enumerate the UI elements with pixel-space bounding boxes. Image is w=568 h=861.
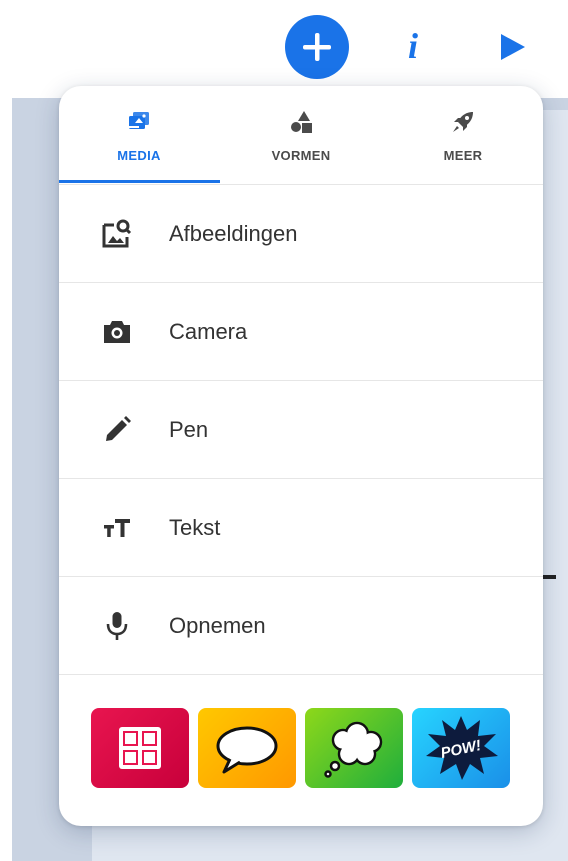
play-icon[interactable] bbox=[498, 32, 528, 62]
rocket-icon bbox=[453, 112, 473, 132]
sticker-row: POW! bbox=[91, 708, 510, 788]
speech-bubble-sticker[interactable] bbox=[198, 708, 296, 788]
add-button[interactable] bbox=[285, 15, 349, 79]
tab-media[interactable]: MEDIA bbox=[59, 86, 219, 184]
menu-item-label: Tekst bbox=[169, 514, 221, 540]
active-tab-indicator bbox=[59, 180, 220, 183]
tab-meer-label: MEER bbox=[443, 148, 483, 163]
tab-bar: MEDIA VORMEN MEER bbox=[59, 86, 543, 185]
speech-bubble-icon bbox=[216, 726, 278, 774]
image-search-icon bbox=[102, 219, 132, 247]
pow-sticker[interactable]: POW! bbox=[412, 708, 510, 788]
tab-vormen[interactable]: VORMEN bbox=[221, 86, 381, 184]
shapes-icon bbox=[291, 111, 312, 133]
menu-item-opnemen[interactable]: Opnemen bbox=[59, 577, 543, 675]
microphone-icon bbox=[106, 611, 128, 640]
menu-item-label: Opnemen bbox=[169, 612, 266, 638]
grid-layout-sticker[interactable] bbox=[91, 708, 189, 788]
grid-layout-icon bbox=[119, 727, 161, 769]
thought-bubble-sticker[interactable] bbox=[305, 708, 403, 788]
text-size-icon bbox=[104, 518, 130, 537]
camera-icon bbox=[104, 320, 130, 343]
info-button[interactable]: i bbox=[398, 26, 428, 66]
insert-menu-popup: MEDIA VORMEN MEER Afbeeldingen Camera Pe… bbox=[59, 86, 543, 826]
menu-item-afbeeldingen[interactable]: Afbeeldingen bbox=[59, 185, 543, 283]
plus-icon bbox=[303, 33, 331, 61]
menu-item-label: Camera bbox=[169, 318, 248, 344]
menu-item-label: Pen bbox=[169, 416, 209, 442]
menu-item-label: Afbeeldingen bbox=[169, 220, 298, 246]
menu-item-tekst[interactable]: Tekst bbox=[59, 479, 543, 577]
media-icon bbox=[129, 112, 149, 129]
menu-item-pen[interactable]: Pen bbox=[59, 381, 543, 479]
pen-icon bbox=[106, 415, 131, 441]
tab-media-label: MEDIA bbox=[117, 148, 161, 163]
tab-meer[interactable]: MEER bbox=[383, 86, 543, 184]
tab-vormen-label: VORMEN bbox=[271, 148, 331, 163]
menu-item-camera[interactable]: Camera bbox=[59, 283, 543, 381]
